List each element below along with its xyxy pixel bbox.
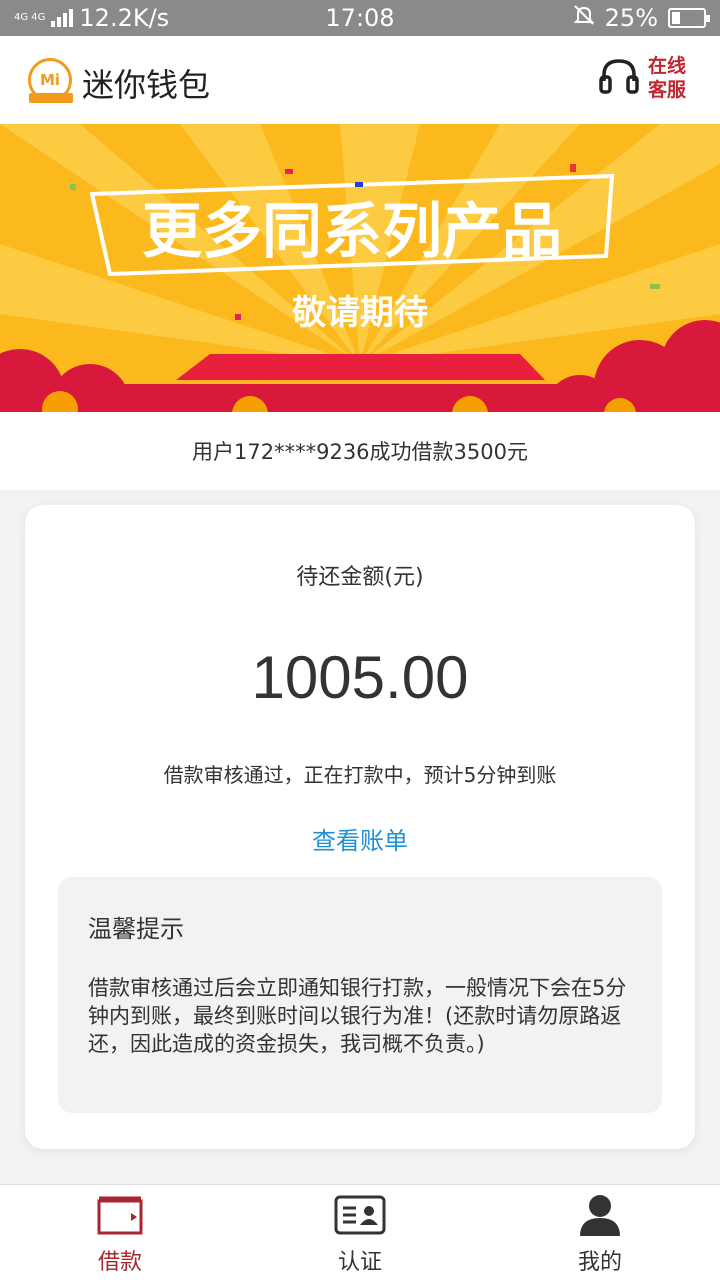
wallet-icon <box>97 1190 143 1240</box>
nav-item-loan[interactable]: 借款 <box>0 1185 240 1280</box>
nav-label-profile: 我的 <box>577 1250 622 1275</box>
status-bar: 4G 4G 12.2K/s 17:08 25% <box>0 0 720 36</box>
network-type: 4G 4G <box>14 12 46 23</box>
tips-title: 温馨提示 <box>88 915 184 943</box>
nav-item-profile[interactable]: 我的 <box>480 1185 720 1280</box>
nav-label-loan: 借款 <box>97 1250 142 1275</box>
customer-service-button[interactable]: 在线客服 <box>598 54 692 102</box>
mute-bell-icon <box>573 4 595 32</box>
amount-label: 待还金额(元) <box>296 565 424 590</box>
app-header: Mi 迷你钱包 在线客服 <box>0 36 720 124</box>
customer-service-label: 在线客服 <box>648 55 687 101</box>
amount-value: 1005.00 <box>251 644 469 711</box>
app-logo: Mi <box>28 58 73 103</box>
banner-graphic: 更多同系列产品 敬请期待 <box>0 124 720 412</box>
banner-headline: 更多同系列产品 <box>142 197 562 267</box>
headset-icon <box>598 55 640 101</box>
nav-label-verify: 认证 <box>337 1250 382 1275</box>
loan-status: 借款审核通过，正在打款中，预计5分钟到账 <box>163 763 557 787</box>
banner-subline: 敬请期待 <box>291 293 428 333</box>
user-icon <box>578 1190 622 1240</box>
battery-icon <box>668 8 710 28</box>
bottom-nav: 借款 认证 我的 <box>0 1184 720 1280</box>
network-status: 4G 4G 12.2K/s <box>14 4 314 32</box>
tips-body: 借款审核通过后会立即通知银行打款，一般情况下会在5分钟内到账，最终到账时间以银行… <box>88 976 627 1056</box>
app-title: 迷你钱包 <box>82 66 211 104</box>
promo-banner[interactable]: 更多同系列产品 敬请期待 <box>0 124 720 412</box>
loan-card: 待还金额(元) 1005.00 借款审核通过，正在打款中，预计5分钟到账 查看账… <box>25 505 695 1149</box>
loan-ticker: 用户172****9236成功借款3500元 <box>0 412 720 490</box>
nav-item-verify[interactable]: 认证 <box>240 1185 480 1280</box>
id-card-icon <box>334 1190 386 1240</box>
tips-box: 温馨提示 借款审核通过后会立即通知银行打款，一般情况下会在5分钟内到账，最终到账… <box>58 877 662 1113</box>
network-speed: 12.2K/s <box>79 4 170 32</box>
battery-percent: 25% <box>604 4 658 32</box>
view-bill-link[interactable]: 查看账单 <box>25 821 695 856</box>
signal-icon <box>51 9 74 27</box>
